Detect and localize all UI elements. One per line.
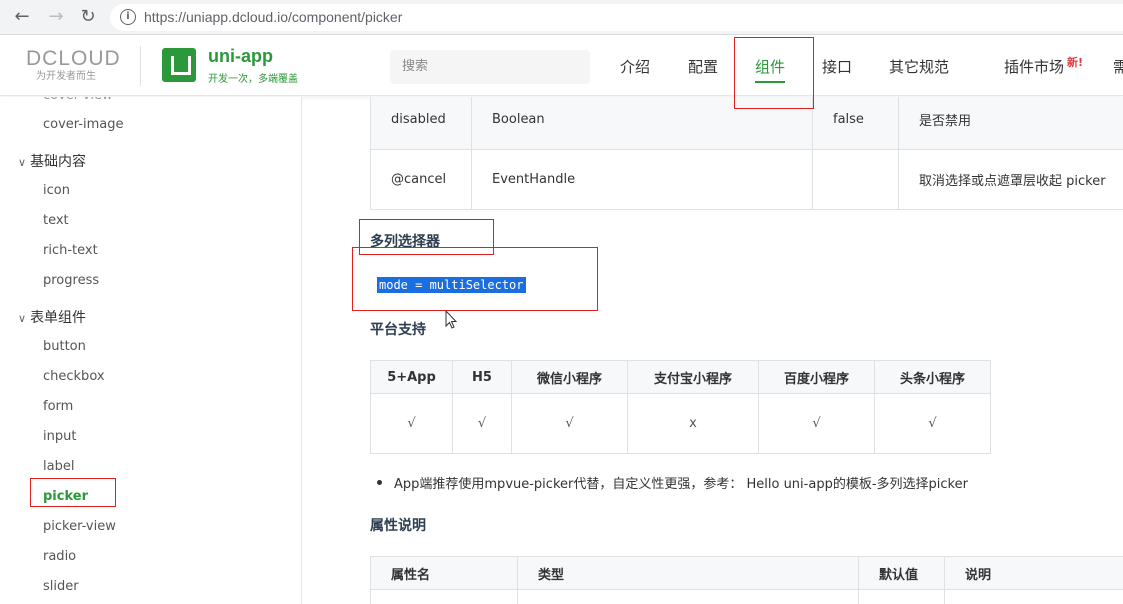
- table-cell: [517, 589, 859, 604]
- table-cell: Boolean: [471, 97, 813, 150]
- table-header-row: 属性名 类型 默认值 说明: [370, 556, 1123, 590]
- list-item: App端推荐使用mpvue-picker代替，自定义性更强，参考： Hello …: [377, 473, 968, 492]
- forward-arrow-icon[interactable]: →: [44, 6, 68, 28]
- browser-toolbar: ← → ↻ i https://uniapp.dcloud.io/compone…: [0, 0, 1123, 35]
- main-content: disabled Boolean false 是否禁用 @cancel Even…: [302, 97, 1123, 604]
- table-header: 属性名: [370, 556, 518, 590]
- table-cell: √: [452, 393, 512, 454]
- code-snippet: mode = multiSelector: [377, 277, 526, 293]
- list-item-text[interactable]: App端推荐使用mpvue-picker代替，自定义性更强，参考： Hello …: [394, 477, 968, 492]
- table-cell: EventHandle: [471, 149, 813, 210]
- props-table: disabled Boolean false 是否禁用 @cancel Even…: [370, 97, 1123, 210]
- table-row: √ √ √ x √ √: [370, 393, 991, 454]
- nav-api[interactable]: 接口: [822, 56, 852, 77]
- table-header: 5+App: [370, 360, 453, 394]
- sidebar-item-picker[interactable]: picker: [43, 489, 88, 504]
- table-cell: [812, 149, 899, 210]
- table-cell: false: [812, 97, 899, 150]
- table-cell: disabled: [370, 97, 472, 150]
- uni-app-slogan: 开发一次，多端覆盖: [208, 74, 298, 85]
- sidebar-item-progress[interactable]: progress: [43, 273, 99, 288]
- uni-app-title[interactable]: uni-app: [208, 46, 273, 67]
- site-info-icon[interactable]: i: [120, 9, 136, 25]
- sidebar-item-picker-view[interactable]: picker-view: [43, 519, 116, 534]
- table-cell: 是否禁用: [898, 97, 1123, 150]
- site-header: DCLOUD 为开发者而生 uni-app 开发一次，多端覆盖 搜索 介绍 配置…: [0, 36, 1123, 96]
- table-cell: √: [370, 393, 453, 454]
- sidebar-item-checkbox[interactable]: checkbox: [43, 369, 105, 384]
- sidebar-item-form[interactable]: form: [43, 399, 73, 414]
- table-header: 头条小程序: [874, 360, 991, 394]
- sidebar-item-label[interactable]: label: [43, 459, 74, 474]
- platform-table: 5+App H5 微信小程序 支付宝小程序 百度小程序 头条小程序 √ √ √ …: [370, 360, 991, 454]
- table-header: H5: [452, 360, 512, 394]
- nav-other-specs[interactable]: 其它规范: [889, 56, 949, 77]
- platform-support-title: 平台支持: [370, 322, 426, 338]
- address-bar[interactable]: i https://uniapp.dcloud.io/component/pic…: [110, 4, 1123, 31]
- back-arrow-icon[interactable]: ←: [10, 6, 34, 28]
- chevron-down-icon: ∨: [18, 156, 27, 169]
- sidebar-item-rich-text[interactable]: rich-text: [43, 243, 98, 258]
- mouse-cursor-icon: [445, 310, 458, 329]
- attributes-title: 属性说明: [370, 518, 426, 534]
- nav-components[interactable]: 组件: [755, 56, 786, 83]
- dcloud-logo[interactable]: DCLOUD 为开发者而生: [26, 48, 126, 84]
- sidebar-group-basic[interactable]: ∨ 基础内容: [18, 151, 86, 171]
- sidebar: cover-view cover-image ∨基础内容 icon text r…: [0, 97, 302, 604]
- sidebar-item-icon[interactable]: icon: [43, 183, 70, 198]
- table-header: 说明: [944, 556, 1123, 590]
- chevron-down-icon: ∨: [18, 312, 27, 325]
- table-cell: 取消选择或点遮罩层收起 picker: [898, 149, 1123, 210]
- table-cell: √: [511, 393, 628, 454]
- attributes-table: 属性名 类型 默认值 说明: [370, 556, 1123, 604]
- section-title: 多列选择器: [370, 234, 440, 250]
- table-header-row: 5+App H5 微信小程序 支付宝小程序 百度小程序 头条小程序: [370, 360, 991, 394]
- table-header: 类型: [517, 556, 859, 590]
- table-cell: [944, 589, 1123, 604]
- sidebar-item-cover-image[interactable]: cover-image: [43, 117, 124, 132]
- sidebar-item-input[interactable]: input: [43, 429, 76, 444]
- sidebar-item-slider[interactable]: slider: [43, 579, 79, 594]
- sidebar-group-label: 基础内容: [30, 154, 87, 170]
- table-cell: √: [758, 393, 875, 454]
- nav-plugin-market-label: 插件市场: [1004, 58, 1065, 76]
- table-row: [370, 589, 1123, 604]
- table-header: 微信小程序: [511, 360, 628, 394]
- dcloud-slogan: 为开发者而生: [36, 71, 96, 82]
- nav-intro[interactable]: 介绍: [620, 56, 650, 77]
- table-header: 百度小程序: [758, 360, 875, 394]
- dcloud-logo-text: DCLOUD: [26, 47, 121, 70]
- uni-app-logo-icon[interactable]: [162, 48, 196, 82]
- table-cell: [370, 589, 518, 604]
- nav-more[interactable]: 需: [1113, 56, 1123, 77]
- sidebar-group-label: 表单组件: [30, 310, 87, 326]
- nav-config[interactable]: 配置: [688, 56, 718, 77]
- table-row: @cancel EventHandle 取消选择或点遮罩层收起 picker: [370, 149, 1123, 210]
- new-badge: 新!: [1067, 56, 1084, 69]
- sidebar-group-form[interactable]: ∨ 表单组件: [18, 307, 86, 327]
- table-cell: x: [627, 393, 759, 454]
- bullet-dot-icon: [377, 480, 382, 485]
- sidebar-item-cover-view[interactable]: cover-view: [43, 97, 113, 103]
- table-row: disabled Boolean false 是否禁用: [370, 97, 1123, 150]
- table-cell: [858, 589, 945, 604]
- table-header: 支付宝小程序: [627, 360, 759, 394]
- table-cell: √: [874, 393, 991, 454]
- reload-icon[interactable]: ↻: [76, 6, 100, 28]
- sidebar-item-radio[interactable]: radio: [43, 549, 76, 564]
- table-header: 默认值: [858, 556, 945, 590]
- logo-divider: [140, 46, 141, 86]
- sidebar-item-button[interactable]: button: [43, 339, 86, 354]
- search-input[interactable]: 搜索: [390, 50, 590, 84]
- table-cell: @cancel: [370, 149, 472, 210]
- nav-plugin-market[interactable]: 插件市场 新!: [1004, 56, 1083, 77]
- url-text: https://uniapp.dcloud.io/component/picke…: [144, 9, 403, 25]
- sidebar-item-text[interactable]: text: [43, 213, 69, 228]
